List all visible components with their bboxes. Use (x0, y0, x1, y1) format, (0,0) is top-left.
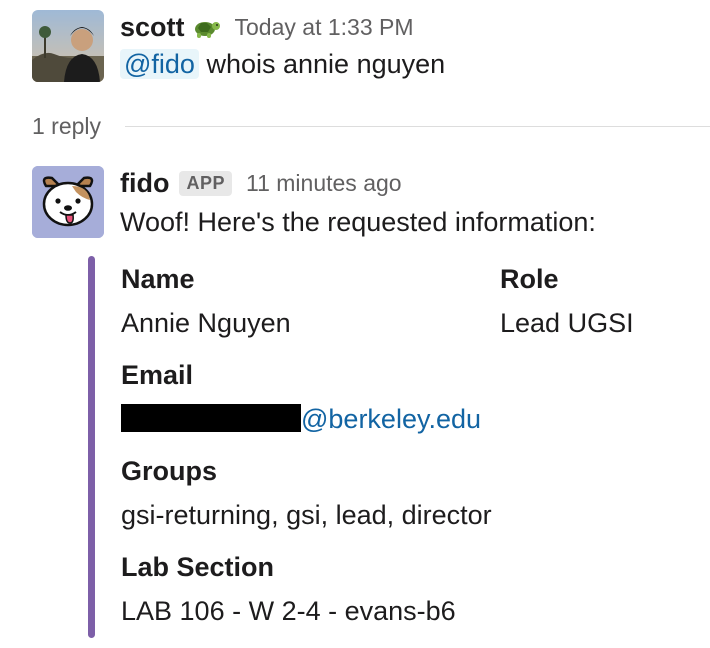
command-text: whois annie nguyen (206, 49, 446, 79)
timestamp[interactable]: 11 minutes ago (246, 170, 402, 197)
field-title: Email (121, 360, 194, 390)
email-link[interactable]: @berkeley.edu (301, 404, 481, 434)
avatar-scott[interactable] (32, 10, 104, 82)
redaction-block (121, 404, 301, 432)
field-lab-section: Lab Section LAB 106 - W 2-4 - evans-b6 (121, 550, 456, 628)
message-text: @fido whois annie nguyen (120, 44, 710, 84)
field-name: Name Annie Nguyen (121, 262, 291, 340)
field-value: Annie Nguyen (121, 308, 291, 338)
field-title: Name (121, 264, 195, 294)
attachment-color-bar (88, 256, 95, 638)
mention-fido[interactable]: @fido (120, 49, 199, 79)
thread-divider (125, 125, 710, 127)
timestamp[interactable]: Today at 1:33 PM (235, 14, 414, 41)
field-value: Lead UGSI (500, 308, 634, 338)
reply-count-link[interactable]: 1 reply (32, 113, 101, 140)
avatar-fido[interactable] (32, 166, 104, 238)
field-role: Role Lead UGSI (500, 262, 634, 340)
field-value: gsi-returning, gsi, lead, director (121, 500, 492, 530)
message-body: scott Today at 1:33 PM @fido whois annie… (120, 10, 710, 84)
message-body: fido APP 11 minutes ago Woof! Here's the… (120, 166, 710, 242)
thread-reply-row: 1 reply (32, 108, 710, 144)
field-value: @berkeley.edu (121, 402, 481, 436)
message-header: fido APP 11 minutes ago (120, 166, 710, 200)
sender-name[interactable]: scott (120, 12, 185, 43)
field-title: Role (500, 264, 559, 294)
field-email: Email @berkeley.edu (121, 358, 481, 436)
message-scott: scott Today at 1:33 PM @fido whois annie… (32, 10, 710, 82)
field-title: Lab Section (121, 552, 275, 582)
field-title: Groups (121, 456, 218, 486)
field-value: LAB 106 - W 2-4 - evans-b6 (121, 596, 456, 626)
app-badge: APP (179, 170, 232, 196)
sender-name[interactable]: fido (120, 168, 169, 199)
attachment-card: Name Annie Nguyen Role Lead UGSI Email @… (88, 256, 648, 638)
message-header: scott Today at 1:33 PM (120, 10, 710, 44)
turtle-icon (194, 22, 220, 38)
field-groups: Groups gsi-returning, gsi, lead, directo… (121, 454, 492, 532)
message-text: Woof! Here's the requested information: (120, 207, 596, 237)
